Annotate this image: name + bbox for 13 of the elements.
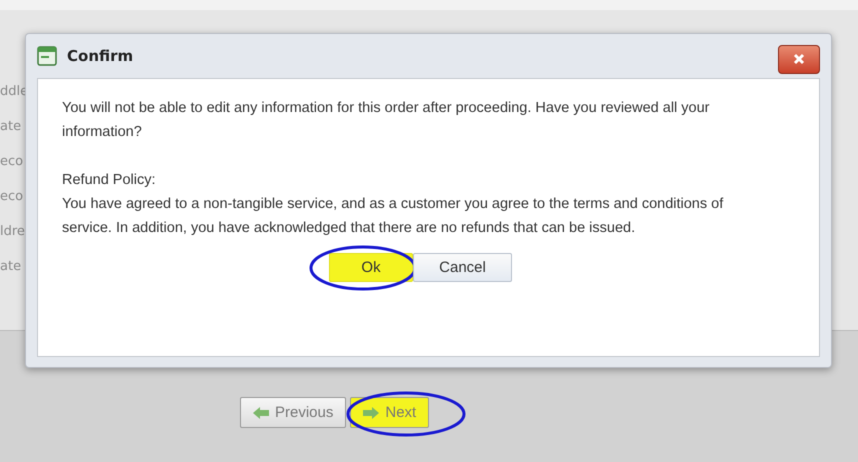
next-button[interactable]: Next	[350, 397, 430, 428]
form-label: eco	[0, 188, 24, 206]
form-label: ate	[0, 258, 22, 276]
form-label: ate	[0, 118, 22, 136]
cancel-button[interactable]: Cancel	[413, 253, 512, 282]
dialog-message: You will not be able to edit any information for this order after proceeding. Have you reviewed all your information?	[62, 99, 710, 142]
policy-heading: Refund Policy:	[62, 171, 156, 190]
dialog-title: Confirm	[67, 47, 134, 65]
form-label: ldre	[0, 223, 25, 241]
ok-button[interactable]: Ok	[329, 253, 413, 282]
form-label: eco	[0, 153, 24, 171]
previous-button[interactable]: Previous	[240, 397, 346, 428]
policy-text: You have agreed to a non-tangible service, and as a customer you agree to the terms and conditions of service. In addition, you have acknowledged that there are no refunds that can be issued.	[62, 195, 724, 238]
